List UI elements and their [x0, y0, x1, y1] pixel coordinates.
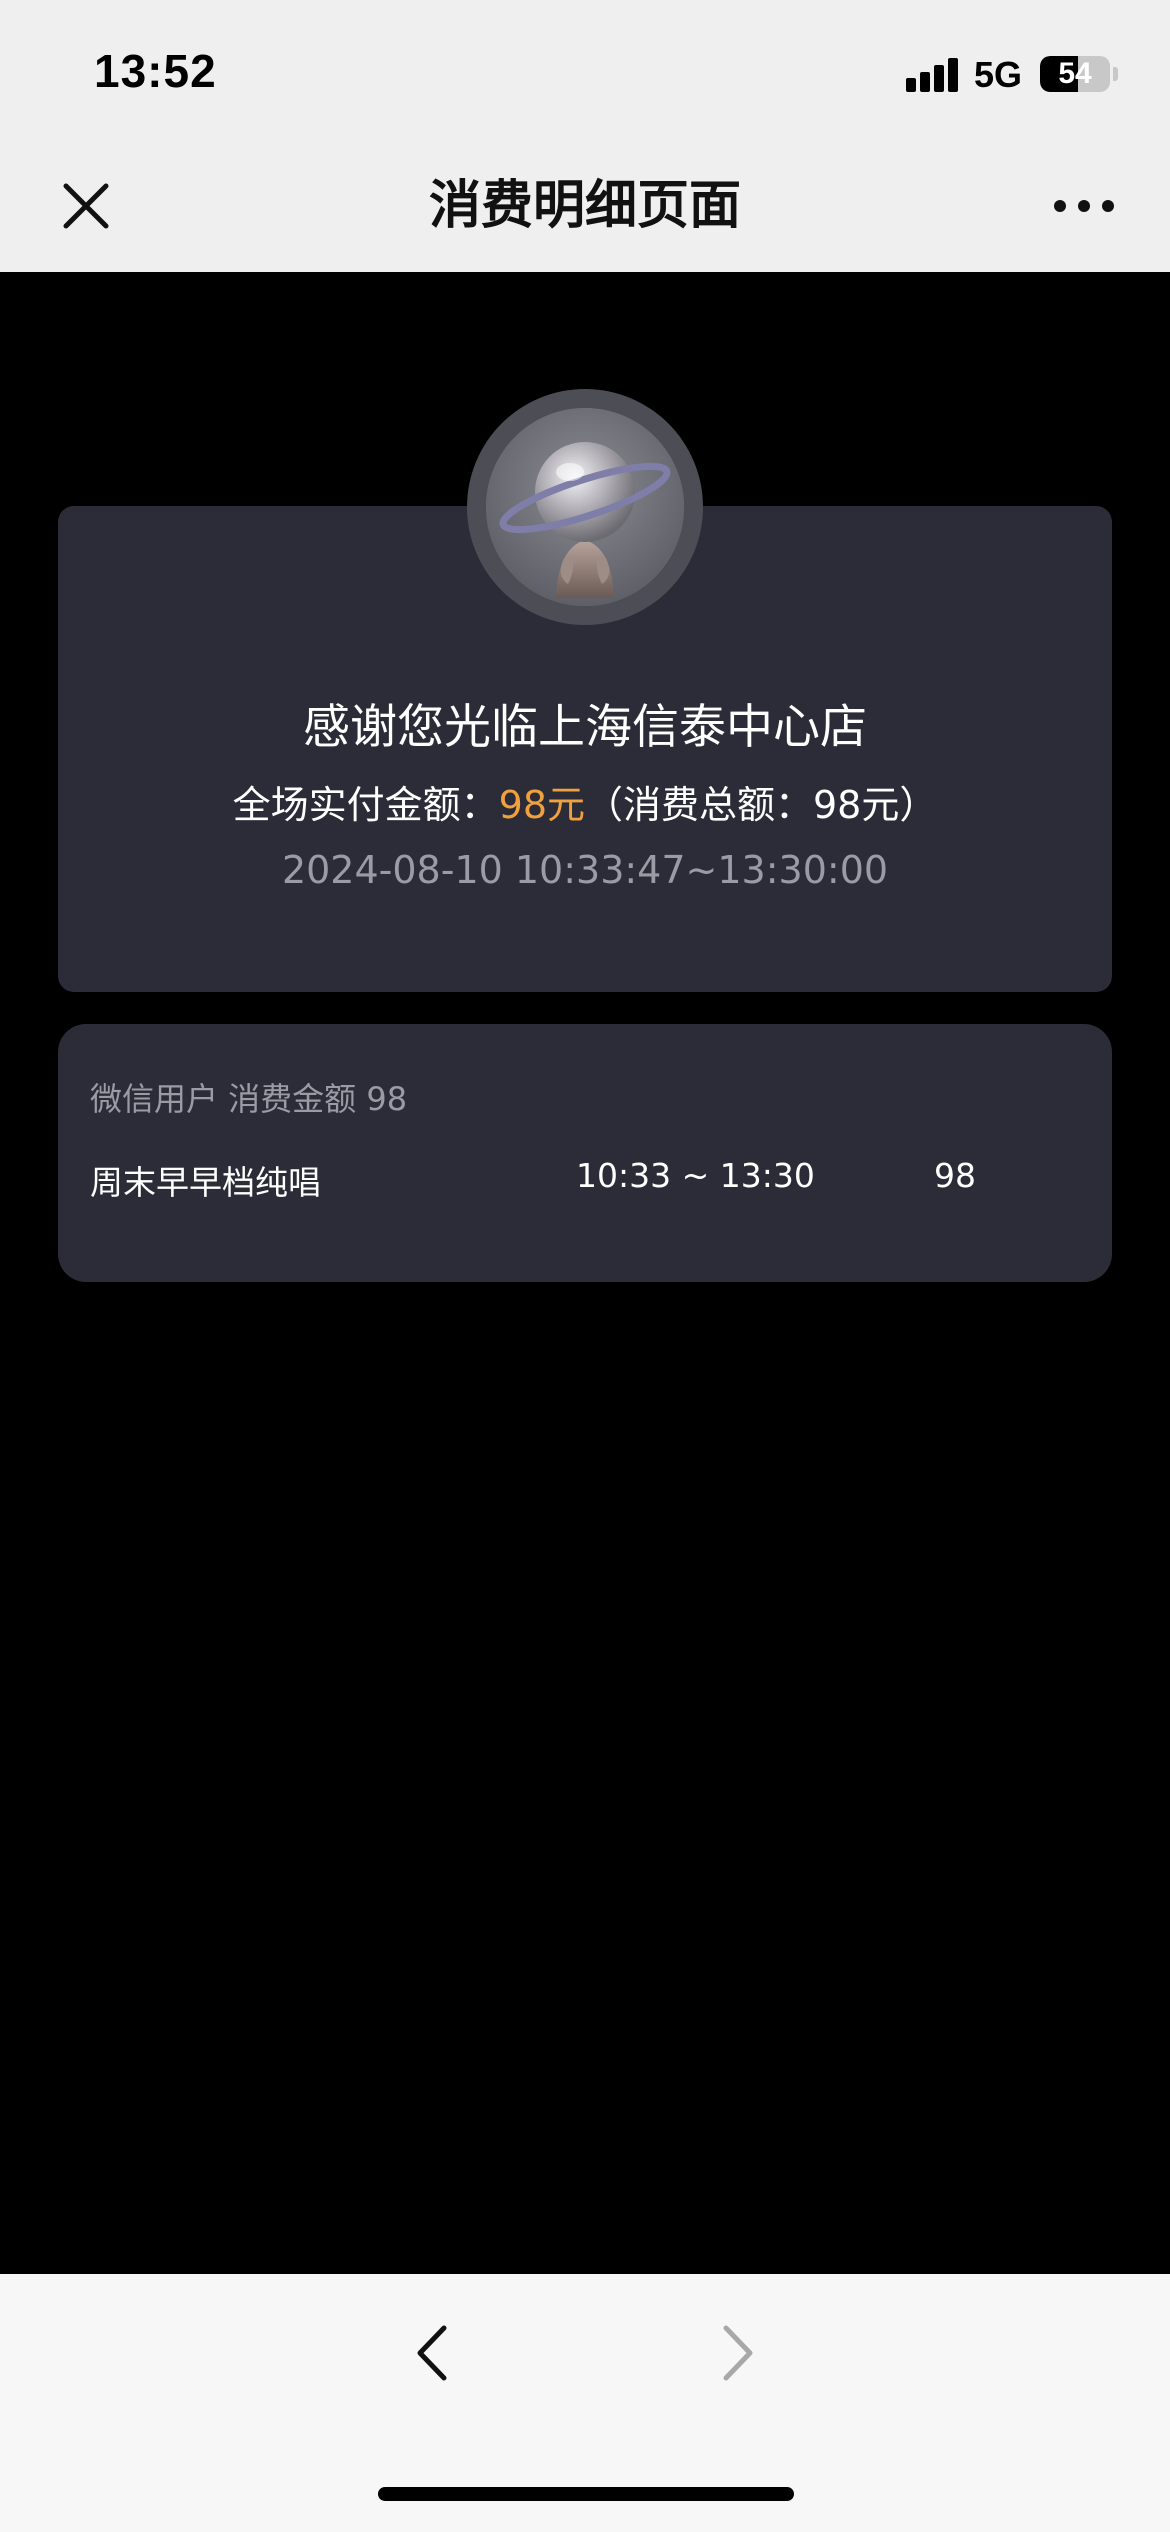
total-amount-text: （消费总额：98元）: [585, 783, 938, 827]
battery-nub: [1113, 67, 1118, 81]
close-icon: [63, 183, 109, 229]
item-time: 10:33 ~ 13:30: [576, 1156, 815, 1195]
home-indicator: [378, 2487, 794, 2501]
mascot-avatar-icon: [486, 408, 684, 606]
paid-label: 全场实付金额：: [232, 783, 499, 827]
signal-bars-icon: [906, 56, 960, 92]
status-bar: 13:52 5G 54: [0, 0, 1170, 140]
network-type: 5G: [974, 54, 1023, 95]
battery-percentage: 54: [1058, 57, 1092, 90]
amount-summary: 全场实付金额：98元（消费总额：98元）: [58, 774, 1112, 829]
more-dots-icon: [1054, 200, 1114, 212]
more-button[interactable]: [1044, 180, 1124, 232]
item-name: 周末早早档纯唱: [90, 1163, 321, 1202]
page-title: 消费明细页面: [428, 176, 741, 236]
chevron-right-icon: [723, 2325, 753, 2381]
forward-button[interactable]: [700, 2318, 770, 2388]
status-time: 13:52: [94, 45, 217, 97]
chevron-left-icon: [417, 2325, 447, 2381]
detail-card: [58, 1024, 1112, 1282]
item-amount: 98: [934, 1156, 976, 1195]
time-range: 2024-08-10 10:33:47~13:30:00: [281, 848, 889, 892]
battery-icon: 54: [1040, 56, 1110, 92]
detail-user-line: 微信用户 消费金额 98: [90, 1080, 408, 1118]
nav-bar: 消费明细页面: [0, 140, 1170, 272]
avatar: [486, 408, 684, 606]
store-welcome-text: 感谢您光临上海信泰中心店: [303, 700, 867, 755]
back-button[interactable]: [400, 2318, 470, 2388]
paid-amount: 98元: [498, 783, 585, 827]
close-button[interactable]: [50, 170, 122, 242]
